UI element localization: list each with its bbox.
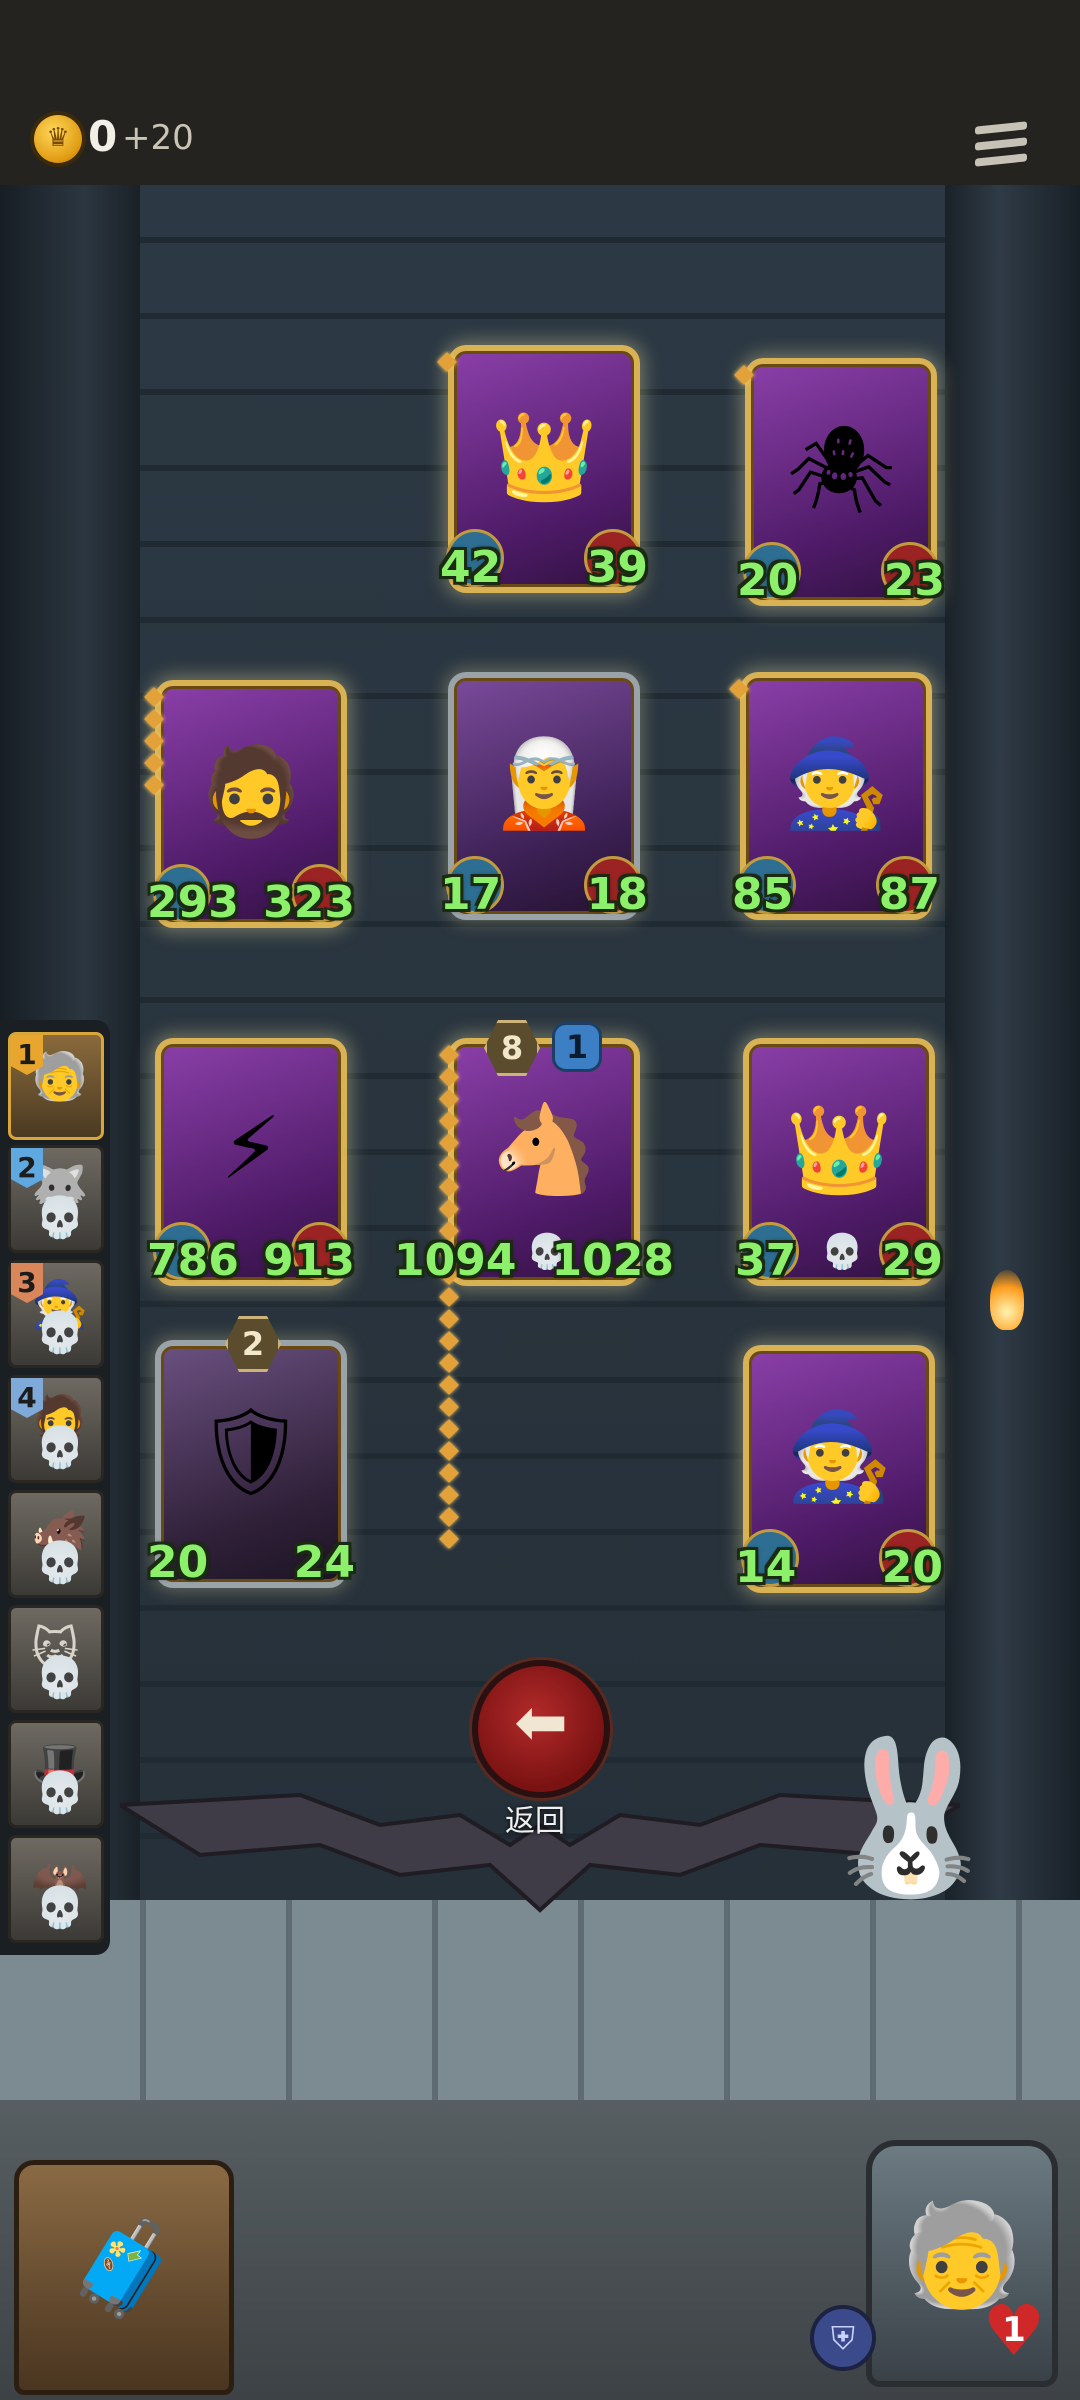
health-value: 24 xyxy=(293,1537,355,1588)
health-value: 1028 xyxy=(551,1235,674,1286)
elf-portrait-icon: 🧝 xyxy=(490,733,598,834)
brute-card[interactable]: 🧔 293 323 xyxy=(144,680,355,928)
gold-count: 0 xyxy=(88,112,118,161)
health-value: 39 xyxy=(586,542,648,593)
menu-icon[interactable] xyxy=(975,121,1027,174)
mage-portrait-icon: 🧙 xyxy=(782,733,890,834)
queue-item[interactable]: 🐺 💀 2 xyxy=(8,1145,104,1253)
king-portrait-icon: 👑 xyxy=(490,406,598,507)
attack-value: 786 xyxy=(147,1235,239,1286)
arrow-left-icon: ⬅ xyxy=(514,1686,568,1760)
attack-value: 37 xyxy=(735,1235,797,1286)
blue-hair-mage-card-2[interactable]: 🧙 14 20 xyxy=(735,1345,943,1593)
queue-item[interactable]: 🦇 💀 xyxy=(8,1835,104,1943)
skull-icon: 💀 xyxy=(821,1232,864,1272)
health-value: 23 xyxy=(883,555,945,606)
chest-icon: 🧳 xyxy=(66,2215,182,2322)
health-value: 323 xyxy=(263,877,355,928)
king-card-top[interactable]: 👑 42 39 xyxy=(437,345,648,593)
attack-value: 1094 xyxy=(394,1235,517,1286)
spirit-horse-card[interactable]: 🐴 💀 1094 1028 8 1 xyxy=(394,1020,674,1549)
skull-icon: 💀 xyxy=(35,1885,85,1931)
horse-portrait-icon: 🐴 xyxy=(490,1099,598,1200)
blonde-hero-card[interactable]: ⚡ 786 913 xyxy=(147,1038,355,1286)
crown-coin-icon: ♛ xyxy=(34,115,82,163)
queue-item[interactable]: 🧙 💀 3 xyxy=(8,1260,104,1368)
knight-portrait-icon: 🛡 xyxy=(196,1401,306,1502)
tier-badge: 1 xyxy=(552,1022,602,1072)
shield-knight-card[interactable]: 🛡 20 24 2 xyxy=(147,1316,355,1588)
health-value: 29 xyxy=(881,1235,943,1286)
attack-value: 14 xyxy=(735,1542,797,1593)
skull-icon: 💀 xyxy=(35,1310,85,1356)
right-pillar xyxy=(945,185,1080,1915)
skull-icon: 💀 xyxy=(35,1655,85,1701)
attack-value: 17 xyxy=(440,869,502,920)
shield-icon: ⛨ xyxy=(810,2305,876,2371)
turn-queue: 🧓 1 🐺 💀 2 🧙 💀 3 🧔 💀 4 🐗 💀 🐱 💀 🎩 💀 🦇 💀 xyxy=(0,1020,110,1955)
queue-item[interactable]: 🎩 💀 xyxy=(8,1720,104,1828)
blue-hair-mage-card-1[interactable]: 🧙 85 87 xyxy=(729,672,940,920)
back-label: 返回 xyxy=(505,1804,565,1839)
brute-portrait-icon: 🧔 xyxy=(197,741,305,842)
back-button[interactable]: ⬅ xyxy=(472,1660,610,1798)
health-value: 913 xyxy=(263,1235,355,1286)
king-card-2[interactable]: 👑 💀 37 29 xyxy=(735,1038,943,1286)
skull-icon: 💀 xyxy=(35,1195,85,1241)
bunny-mascot-icon[interactable]: 🐰 xyxy=(810,1730,1010,1980)
attack-value: 42 xyxy=(440,542,502,593)
torch-flame-icon xyxy=(990,1270,1024,1330)
attack-value: 20 xyxy=(147,1537,209,1588)
skull-icon: 💀 xyxy=(35,1540,85,1586)
queue-item[interactable]: 🧔 💀 4 xyxy=(8,1375,104,1483)
spider-portrait-icon: 🕷 xyxy=(786,419,896,520)
queue-item[interactable]: 🐱 💀 xyxy=(8,1605,104,1713)
attack-value: 20 xyxy=(737,555,799,606)
queue-item[interactable]: 🧓 1 xyxy=(8,1032,104,1140)
health-value: 20 xyxy=(881,1542,943,1593)
skull-icon: 💀 xyxy=(35,1770,85,1816)
attack-value: 85 xyxy=(732,869,794,920)
player-health: 1 xyxy=(1002,2310,1026,2350)
gold-bonus: +20 xyxy=(122,118,194,158)
king-portrait-icon: 👑 xyxy=(785,1099,893,1200)
hero-portrait-icon: ⚡ xyxy=(220,1099,282,1199)
queue-item[interactable]: 🐗 💀 xyxy=(8,1490,104,1598)
mage-portrait-icon: 🧙 xyxy=(785,1406,893,1507)
attack-value: 293 xyxy=(147,877,239,928)
health-value: 18 xyxy=(586,869,648,920)
elf-sorceress-card[interactable]: 🧝 17 18 xyxy=(440,672,648,920)
spider-mushroom-card[interactable]: 🕷 20 23 xyxy=(734,358,945,606)
skull-icon: 💀 xyxy=(35,1425,85,1471)
inventory-chest-button[interactable]: 🧳 xyxy=(14,2160,234,2395)
health-value: 87 xyxy=(878,869,940,920)
